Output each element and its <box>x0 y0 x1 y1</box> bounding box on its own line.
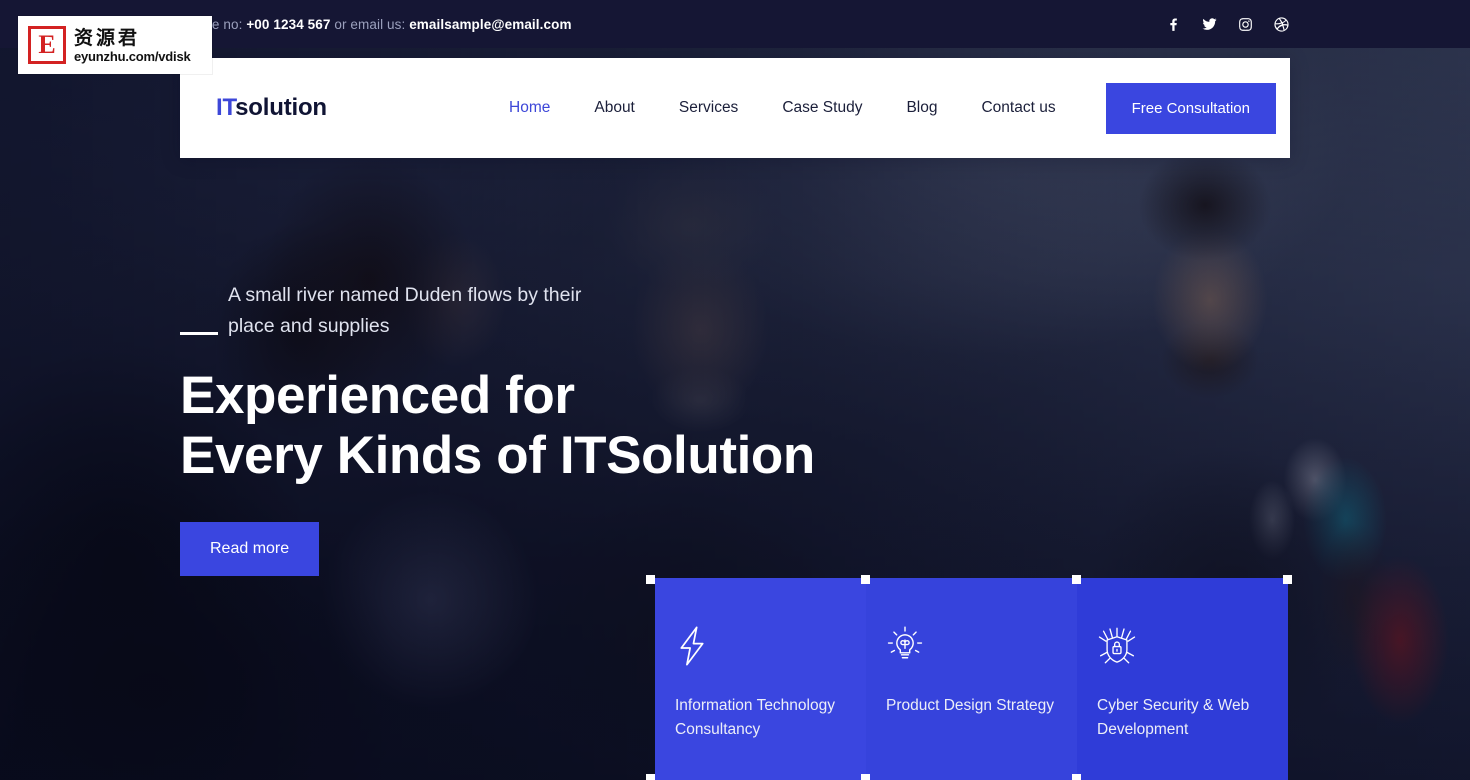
topbar-inner: Phone no: +00 1234 567 or email us: emai… <box>0 16 1470 33</box>
hero-accent-line <box>180 332 218 335</box>
card-corner-tick <box>646 774 655 780</box>
read-more-button[interactable]: Read more <box>180 522 320 576</box>
card-corner-tick <box>1072 774 1081 780</box>
topbar-phone-number[interactable]: +00 1234 567 <box>246 17 330 32</box>
nav-item-home[interactable]: Home <box>487 99 572 117</box>
watermark-text: 资源君 eyunzhu.com/vdisk <box>74 27 191 64</box>
watermark-logo-icon: E <box>28 26 66 64</box>
hero-subtitle-line-1: A small river named Duden flows by <box>228 284 538 306</box>
main-header: ITsolution Home About Services Case Stud… <box>180 58 1290 158</box>
nav-item-contact-us[interactable]: Contact us <box>959 99 1077 117</box>
instagram-icon[interactable] <box>1237 16 1254 33</box>
hero-content: A small river named Duden flows by their… <box>180 280 1080 576</box>
watermark-chinese-label: 资源君 <box>74 26 141 49</box>
topbar-contact-info: Phone no: +00 1234 567 or email us: emai… <box>180 17 572 32</box>
service-card-information-technology[interactable]: Information Technology Consultancy <box>655 578 866 780</box>
hero-subtitle-wrap: A small river named Duden flows by their… <box>180 280 1080 342</box>
hero-title-line-2: Every Kinds of ITSolution <box>180 426 815 485</box>
free-consultation-button[interactable]: Free Consultation <box>1105 82 1276 134</box>
card-corner-tick <box>1072 575 1081 584</box>
hero-title-line-1: Experienced for <box>180 366 575 425</box>
hero-subtitle: A small river named Duden flows by their… <box>228 280 608 342</box>
site-logo[interactable]: ITsolution <box>216 94 327 122</box>
card-corner-tick <box>861 575 870 584</box>
shield-lock-security-icon <box>1097 626 1266 668</box>
nav-item-case-study[interactable]: Case Study <box>760 99 884 117</box>
watermark-url: eyunzhu.com/vdisk <box>74 48 191 64</box>
card-corner-tick <box>861 774 870 780</box>
lightning-bolt-icon <box>675 626 844 668</box>
service-card-label: Cyber Security & Web Development <box>1097 697 1250 738</box>
logo-text-second: solution <box>235 94 327 121</box>
facebook-icon[interactable] <box>1165 16 1182 33</box>
service-card-label: Product Design Strategy <box>886 697 1055 714</box>
lightbulb-idea-icon <box>886 626 1055 668</box>
hero-title: Experienced for Every Kinds of ITSolutio… <box>180 366 1080 486</box>
topbar: Phone no: +00 1234 567 or email us: emai… <box>0 0 1470 48</box>
nav-item-services[interactable]: Services <box>657 99 760 117</box>
dribbble-icon[interactable] <box>1273 16 1290 33</box>
primary-navigation: Home About Services Case Study Blog Cont… <box>487 99 1078 117</box>
service-card-cyber-security[interactable]: Cyber Security & Web Development <box>1077 578 1288 780</box>
service-cards: Information Technology Consultancy Produ… <box>646 575 1292 780</box>
twitter-icon[interactable] <box>1201 16 1218 33</box>
card-corner-tick <box>1283 575 1292 584</box>
topbar-email-prefix: or email us: <box>334 16 406 32</box>
page-root: Phone no: +00 1234 567 or email us: emai… <box>0 0 1470 780</box>
nav-item-blog[interactable]: Blog <box>884 99 959 117</box>
card-corner-tick <box>646 575 655 584</box>
service-card-product-design[interactable]: Product Design Strategy <box>866 578 1077 780</box>
topbar-social-links <box>1165 16 1290 33</box>
watermark-overlay: E 资源君 eyunzhu.com/vdisk <box>18 16 212 74</box>
service-card-label: Information Technology Consultancy <box>675 697 835 738</box>
logo-text-first: IT <box>216 94 236 121</box>
topbar-email-address[interactable]: emailsample@email.com <box>409 17 571 32</box>
nav-item-about[interactable]: About <box>572 99 657 117</box>
